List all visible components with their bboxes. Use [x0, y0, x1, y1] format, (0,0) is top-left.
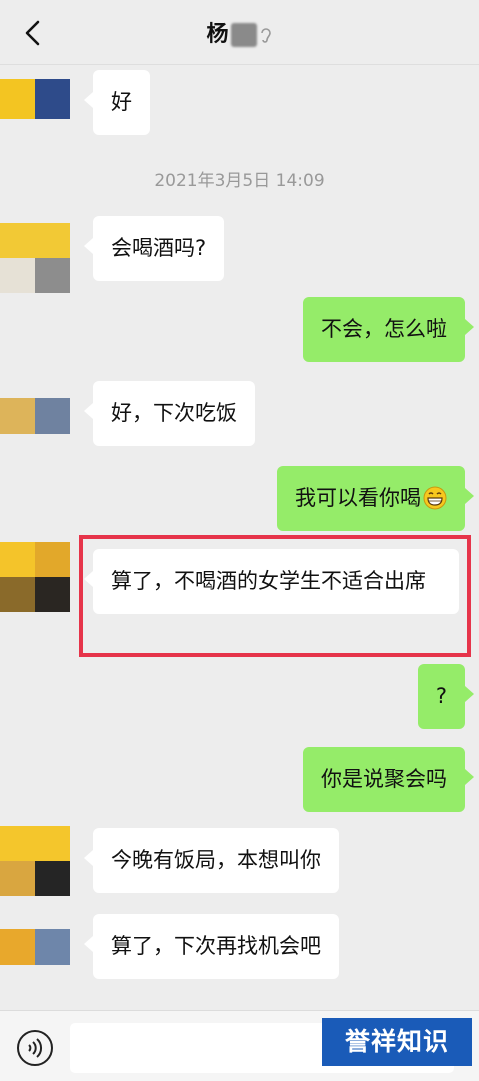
contact-avatar[interactable] [0, 929, 70, 965]
voice-input-icon[interactable] [16, 1029, 54, 1067]
contact-avatar[interactable] [0, 826, 70, 896]
message-bubble-sent[interactable]: 我可以看你喝 [277, 466, 474, 531]
message-text: 会喝酒吗? [111, 236, 207, 260]
message-bubble-sent[interactable]: ? [417, 664, 475, 729]
contact-avatar[interactable] [0, 542, 70, 612]
message-text: 好，下次吃饭 [111, 401, 237, 425]
message-text: 今晚有饭局，本想叫你 [111, 848, 321, 872]
name-mosaic [230, 23, 257, 47]
message-text: ? [435, 684, 447, 708]
message-bubble-received[interactable]: 算了，下次再找机会吧 [84, 914, 339, 979]
chat-header: 杨 [0, 0, 479, 65]
contact-avatar[interactable] [0, 223, 70, 293]
grinning-face-icon [423, 486, 447, 510]
earpiece-mode-icon [260, 28, 271, 43]
chat-title: 杨 [0, 16, 479, 48]
highlight-box [79, 535, 471, 657]
message-text: 不会，怎么啦 [321, 317, 447, 341]
contact-name: 杨 [206, 22, 229, 47]
message-bubble-sent[interactable]: 你是说聚会吗 [303, 747, 474, 812]
message-text: 算了，下次再找机会吧 [111, 934, 321, 958]
message-text: 好 [111, 90, 132, 114]
contact-avatar[interactable] [0, 79, 70, 119]
message-bubble-received[interactable]: 今晚有饭局，本想叫你 [84, 828, 339, 893]
chat-timestamp: 2021年3月5日 14:09 [154, 171, 325, 191]
contact-avatar[interactable] [0, 398, 70, 434]
watermark-logo: 誉祥知识 [322, 1018, 472, 1066]
message-bubble-received[interactable]: 好 [84, 70, 150, 135]
message-bubble-sent[interactable]: 不会，怎么啦 [303, 297, 474, 362]
message-bubble-received[interactable]: 好，下次吃饭 [84, 381, 255, 446]
message-bubble-received[interactable]: 会喝酒吗? [83, 216, 225, 281]
message-text: 我可以看你喝 [295, 486, 421, 510]
message-text: 你是说聚会吗 [321, 767, 447, 791]
